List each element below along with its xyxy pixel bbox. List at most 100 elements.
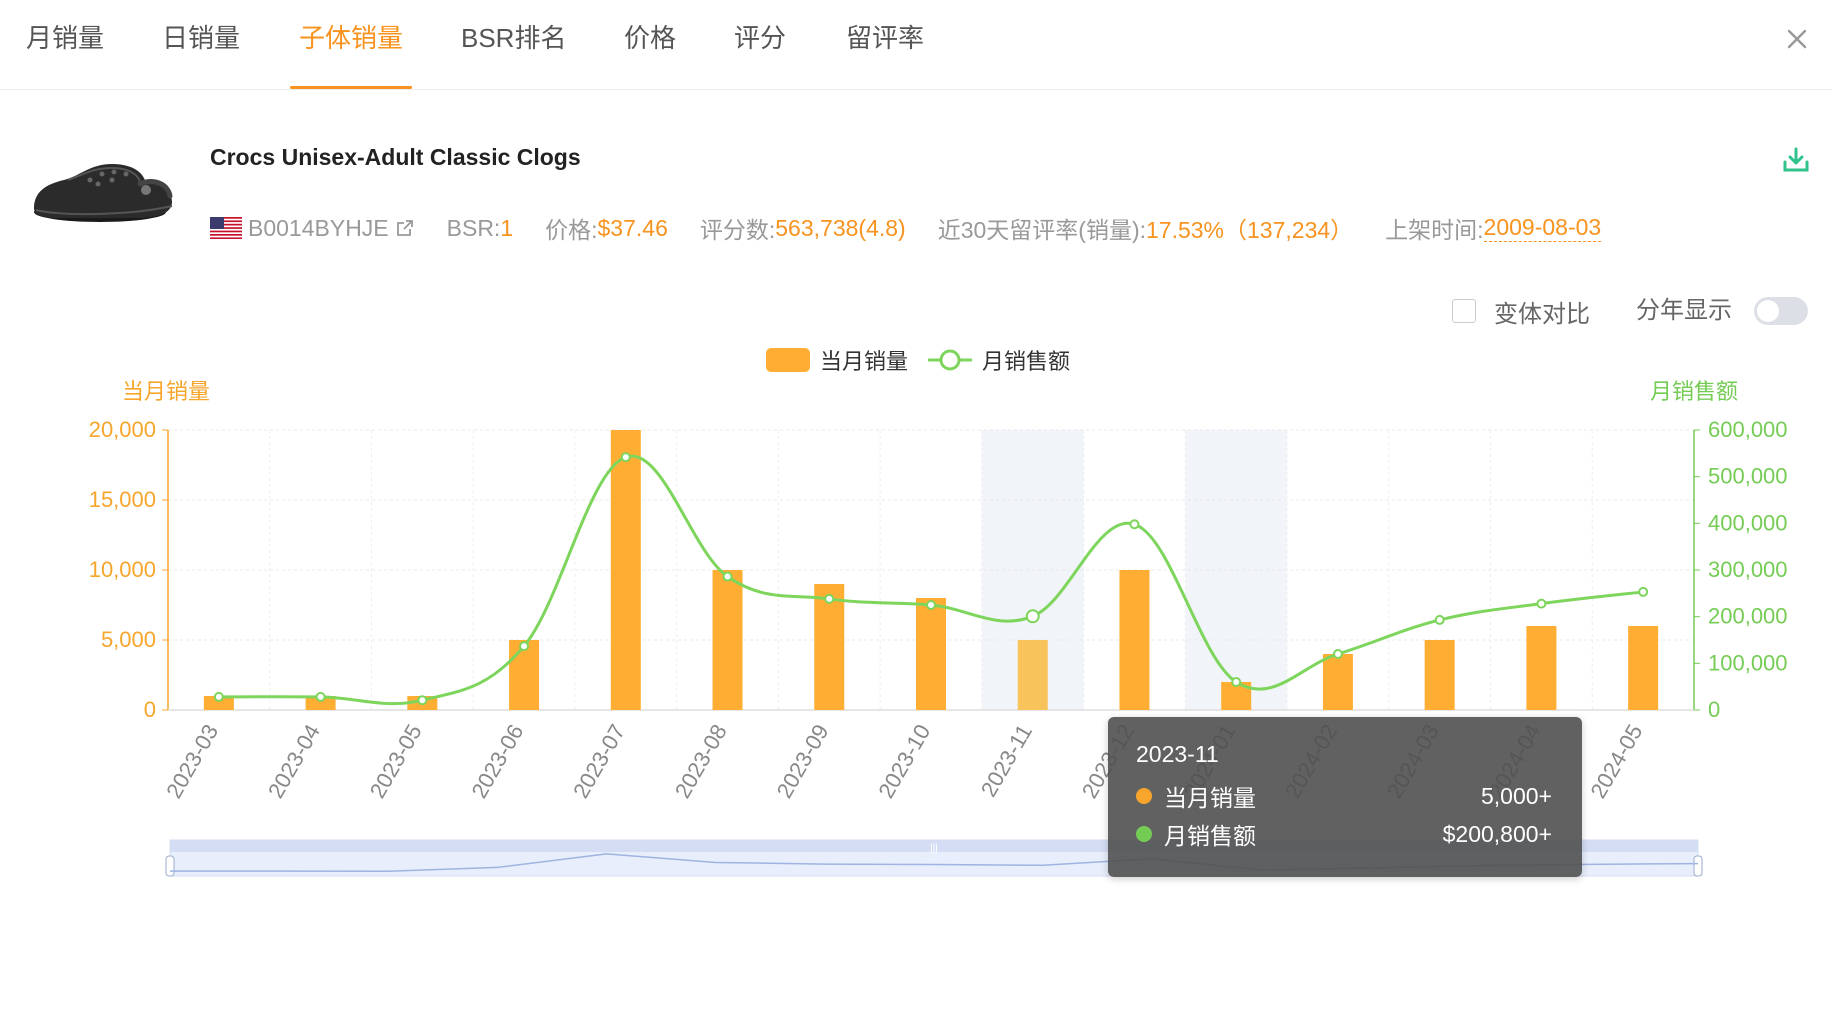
- legend-label-revenue: 月销售额: [982, 349, 1070, 374]
- ratings-group: 评分数: 563,738(4.8): [700, 211, 906, 245]
- revenue-point: [1129, 519, 1140, 530]
- right-axis-title: 月销售额: [1650, 379, 1738, 404]
- zoom-handle-left: [165, 855, 175, 877]
- revenue-point: [722, 571, 733, 582]
- bar: [712, 570, 743, 710]
- revenue-point: [620, 452, 631, 463]
- x-tick-label: 2023-06: [466, 720, 528, 802]
- right-tick-label: 300,000: [1708, 557, 1788, 582]
- x-tick-label: 2023-11: [976, 720, 1037, 801]
- variant-compare: 变体对比: [1452, 296, 1590, 328]
- legend-bar-swatch: [766, 348, 810, 372]
- review-rate-group: 近30天留评率(销量): 17.53%（137,234）: [938, 211, 1353, 245]
- revenue-point: [1332, 649, 1343, 659]
- tooltip-series-value: $200,800+: [1442, 820, 1552, 847]
- chart-tooltip: 2023-11 当月销量 5,000+ 月销售额 $200,800+: [1108, 717, 1582, 877]
- bar: [1322, 654, 1353, 710]
- x-tick-label: 2024-05: [1585, 720, 1647, 802]
- left-tick-label: 20,000: [89, 417, 156, 442]
- bar: [1119, 570, 1150, 710]
- tab-daily-sales[interactable]: 日销量: [162, 0, 240, 89]
- x-tick-label: 2023-03: [161, 720, 223, 802]
- price-label: 价格:: [545, 217, 598, 243]
- bar: [1017, 640, 1048, 710]
- revenue-point: [1536, 598, 1547, 609]
- us-flag-icon: [210, 217, 242, 239]
- ratings-value: 563,738(4.8): [775, 214, 906, 241]
- tooltip-series-name: 月销售额: [1164, 823, 1256, 849]
- x-tick-label: 2023-05: [365, 720, 427, 802]
- right-tick-label: 0: [1708, 697, 1720, 722]
- tooltip-title: 2023-11: [1136, 741, 1219, 767]
- tab-rating[interactable]: 评分: [734, 0, 786, 89]
- product-title: Crocs Unisex-Adult Classic Clogs: [210, 144, 581, 170]
- tab-price[interactable]: 价格: [624, 0, 676, 89]
- ratings-label: 评分数:: [699, 217, 776, 243]
- price-value: $37.46: [597, 214, 668, 241]
- x-tick-label: 2023-10: [873, 720, 935, 802]
- tab-variant-sales[interactable]: 子体销量: [289, 0, 413, 89]
- x-tick-label: 2023-09: [772, 720, 834, 802]
- revenue-point: [926, 600, 936, 610]
- revenue-point: [1231, 677, 1242, 687]
- bar: [1424, 640, 1455, 710]
- x-tick-label: 2023-04: [263, 720, 325, 802]
- tab-bsr-rank[interactable]: BSR排名: [461, 0, 566, 89]
- tooltip-series-value: 5,000+: [1481, 782, 1552, 809]
- bar: [1628, 626, 1659, 710]
- tab-bar: 月销量 日销量 子体销量 BSR排名 价格 评分 留评率: [0, 0, 1832, 90]
- zoom-handle-right: [1693, 855, 1703, 877]
- left-tick-label: 5,000: [101, 627, 156, 652]
- zoom-grip-icon: |||: [930, 843, 938, 854]
- listed-date-label: 上架时间:: [1385, 217, 1484, 243]
- product-info-row: B0014BYHJE BSR: 1 价格: $37.46 评分数: 563,73…: [210, 212, 1633, 244]
- revenue-point: [1434, 614, 1445, 625]
- variant-compare-checkbox[interactable]: [1452, 299, 1476, 323]
- listed-date-value: 2009-08-03: [1483, 214, 1602, 242]
- year-display-toggle[interactable]: [1754, 297, 1808, 325]
- review-rate-label: 近30天留评率(销量):: [937, 217, 1146, 243]
- revenue-point: [1638, 586, 1649, 597]
- left-tick-label: 10,000: [89, 557, 156, 582]
- revenue-point: [315, 691, 326, 702]
- tooltip-dot: [1136, 788, 1152, 804]
- asin-link[interactable]: B0014BYHJE: [248, 215, 389, 242]
- revenue-point: [417, 695, 428, 706]
- legend-line-marker: [939, 349, 961, 371]
- right-tick-label: 400,000: [1708, 510, 1788, 535]
- external-link-icon[interactable]: [395, 218, 415, 238]
- asin-group: B0014BYHJE: [210, 215, 415, 242]
- tab-review-rate[interactable]: 留评率: [846, 0, 924, 89]
- bar: [1526, 626, 1557, 710]
- bar: [610, 430, 641, 710]
- toggle-knob: [1757, 300, 1779, 322]
- listed-date-group: 上架时间: 2009-08-03: [1385, 211, 1602, 245]
- review-rate-value: 17.53%（137,234）: [1146, 217, 1354, 243]
- bsr-group: BSR: 1: [447, 215, 513, 242]
- variant-compare-label: 变体对比: [1494, 300, 1590, 328]
- x-tick-label: 2023-08: [670, 720, 732, 802]
- revenue-point: [824, 593, 835, 604]
- right-tick-label: 100,000: [1708, 650, 1788, 675]
- revenue-point: [1025, 609, 1040, 624]
- price-group: 价格: $37.46: [545, 211, 668, 245]
- close-icon[interactable]: [1782, 24, 1812, 54]
- x-tick-label: 2023-07: [568, 720, 630, 802]
- bsr-label: BSR:: [446, 214, 501, 241]
- year-display-label: 分年显示: [1636, 297, 1732, 324]
- tab-monthly-sales[interactable]: 月销量: [26, 0, 104, 89]
- tooltip-row-revenue: 月销售额 $200,800+: [1136, 817, 1552, 851]
- right-tick-label: 600,000: [1708, 417, 1788, 442]
- left-tick-label: 0: [144, 697, 156, 722]
- right-tick-label: 500,000: [1708, 464, 1788, 489]
- bsr-value: 1: [500, 214, 514, 241]
- left-axis-title: 当月销量: [122, 379, 210, 404]
- left-tick-label: 15,000: [89, 487, 156, 512]
- tooltip-row-sales: 当月销量 5,000+: [1136, 779, 1552, 813]
- revenue-point: [519, 641, 530, 652]
- download-icon[interactable]: [1782, 146, 1810, 174]
- legend-label-sales: 当月销量: [820, 349, 908, 374]
- product-image: [34, 164, 173, 222]
- right-tick-label: 200,000: [1708, 604, 1788, 629]
- tooltip-dot: [1136, 826, 1152, 842]
